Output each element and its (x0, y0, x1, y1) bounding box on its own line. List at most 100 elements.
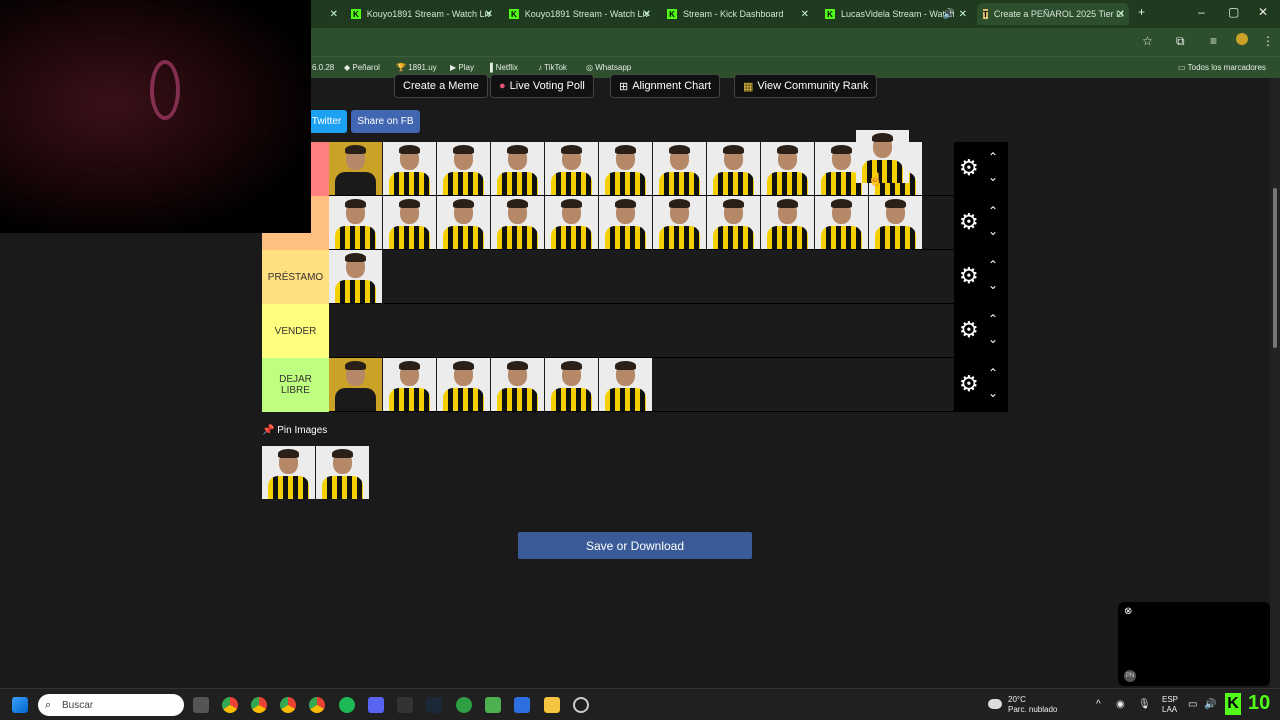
create-meme-button[interactable]: Create a Meme (394, 74, 488, 98)
chrome-icon[interactable] (222, 697, 238, 713)
player-card[interactable] (329, 142, 382, 195)
avatar[interactable] (1236, 33, 1248, 45)
bookmark-tiktok[interactable]: ♪ TikTok (538, 63, 567, 72)
minimize-icon[interactable]: – (1198, 5, 1205, 19)
chrome-profile-icon[interactable] (280, 697, 296, 713)
chevron-up-icon[interactable]: ⌃ (988, 366, 998, 380)
steam-icon[interactable] (426, 697, 442, 713)
live-voting-button[interactable]: ● Live Voting Poll (490, 74, 594, 98)
tab-kouyo-2[interactable]: K Kouyo1891 Stream - Watch Liv ✕ (503, 3, 655, 25)
close-tab-icon[interactable]: ✕ (959, 9, 967, 20)
player-card[interactable] (262, 446, 315, 499)
speaker-icon[interactable]: 🔊 (943, 9, 955, 20)
player-card[interactable] (329, 196, 382, 249)
bookmark-penarol[interactable]: ◆ Peñarol (344, 63, 380, 72)
network-icon[interactable]: ▭ (1188, 700, 1197, 710)
player-card[interactable] (653, 142, 706, 195)
bookmark-play[interactable]: ▶ Play (450, 63, 474, 72)
player-card[interactable] (329, 250, 382, 303)
volume-icon[interactable]: 🔊 (1204, 700, 1216, 710)
extensions-icon[interactable]: ⧉ (1176, 34, 1185, 49)
obs-icon[interactable] (397, 697, 413, 713)
gear-icon[interactable]: ⚙ (959, 319, 979, 341)
restore-icon[interactable]: ▢ (1228, 5, 1239, 19)
discord-icon[interactable] (368, 697, 384, 713)
chevron-up-icon[interactable]: ⌃ (988, 312, 998, 326)
player-card[interactable] (491, 358, 544, 411)
settings-app-icon[interactable] (573, 697, 589, 713)
player-card[interactable] (437, 358, 490, 411)
close-tab-icon[interactable]: ✕ (801, 9, 809, 20)
close-tab-icon[interactable]: ✕ (643, 9, 651, 20)
bookmark-netflix[interactable]: ▌Netflix (490, 63, 518, 72)
chrome-profile-icon[interactable] (309, 697, 325, 713)
chevron-down-icon[interactable]: ⌄ (988, 332, 998, 346)
star-icon[interactable]: ☆ (1142, 34, 1153, 48)
gear-icon[interactable]: ⚙ (959, 265, 979, 287)
save-download-button[interactable]: Save or Download (518, 532, 752, 559)
player-card[interactable] (437, 196, 490, 249)
language-indicator[interactable]: ESP (1162, 695, 1178, 705)
player-card[interactable] (761, 142, 814, 195)
player-card[interactable] (599, 142, 652, 195)
tier-label[interactable]: DEJAR LIBRE (262, 358, 329, 412)
close-tab-icon[interactable]: ✕ (330, 9, 338, 20)
player-card[interactable] (545, 358, 598, 411)
player-card[interactable] (383, 358, 436, 411)
player-card[interactable] (383, 196, 436, 249)
player-card[interactable] (599, 196, 652, 249)
gear-icon[interactable]: ⚙ (959, 157, 979, 179)
player-card[interactable] (545, 142, 598, 195)
scrollbar-thumb[interactable] (1273, 188, 1277, 348)
alignment-chart-button[interactable]: ⊞ Alignment Chart (610, 74, 721, 98)
share-fb-button[interactable]: Share on FB (351, 110, 420, 133)
player-card[interactable] (545, 196, 598, 249)
player-card[interactable] (815, 196, 868, 249)
chrome-profile-icon[interactable] (251, 697, 267, 713)
player-card[interactable] (707, 196, 760, 249)
microphone-icon[interactable]: 🎙 (1138, 700, 1151, 710)
chevron-up-icon[interactable]: ⌃ (988, 204, 998, 218)
chevron-down-icon[interactable]: ⌄ (988, 170, 998, 184)
task-view-icon[interactable] (193, 697, 209, 713)
player-card[interactable] (491, 142, 544, 195)
media-icon[interactable]: ≡ (1210, 34, 1217, 48)
tray-chevron-icon[interactable]: ^ (1096, 700, 1101, 710)
player-card[interactable] (761, 196, 814, 249)
player-card[interactable] (869, 196, 922, 249)
nvidia-icon[interactable] (485, 697, 501, 713)
bookmark-whatsapp[interactable]: ◎ Whatsapp (586, 63, 631, 72)
tab-kouyo-1[interactable]: K Kouyo1891 Stream - Watch Liv ✕ (345, 3, 497, 25)
xbox-icon[interactable] (456, 697, 472, 713)
gear-icon[interactable]: ⚙ (959, 373, 979, 395)
close-window-icon[interactable]: ✕ (1258, 5, 1268, 19)
tab-tierlist[interactable]: T Create a PEÑAROL 2025 Tier Li ✕ (977, 3, 1129, 25)
player-card[interactable] (316, 446, 369, 499)
player-card[interactable] (599, 358, 652, 411)
app-icon[interactable] (514, 697, 530, 713)
language-layout[interactable]: LAA (1162, 705, 1177, 715)
close-tab-icon[interactable]: ✕ (485, 9, 493, 20)
tab-partial[interactable]: ✕ (312, 3, 342, 25)
bookmark-version[interactable]: 6.0.28 (312, 63, 334, 72)
chevron-up-icon[interactable]: ⌃ (988, 150, 998, 164)
gear-icon[interactable]: ⚙ (959, 211, 979, 233)
tab-kick-dashboard[interactable]: K Stream - Kick Dashboard ✕ (661, 3, 813, 25)
tab-lucasvidela[interactable]: K LucasVidela Stream - Watch 🔊 ✕ (819, 3, 971, 25)
bookmark-1891[interactable]: 🏆 1891.uy (396, 63, 437, 72)
community-rank-button[interactable]: ▦ View Community Rank (734, 74, 878, 98)
spotify-icon[interactable] (339, 697, 355, 713)
player-card[interactable] (653, 196, 706, 249)
player-card[interactable] (437, 142, 490, 195)
tray-app-icon[interactable]: ◉ (1116, 700, 1125, 710)
chevron-down-icon[interactable]: ⌄ (988, 278, 998, 292)
all-bookmarks[interactable]: ▭ Todos los marcadores (1178, 63, 1266, 72)
player-card[interactable] (707, 142, 760, 195)
menu-icon[interactable]: ⋮ (1262, 34, 1274, 48)
tier-label[interactable]: PRÉSTAMO (262, 250, 329, 304)
windows-start-icon[interactable] (12, 697, 28, 713)
overlay-close-icon[interactable]: ⊗ (1124, 606, 1132, 617)
chevron-down-icon[interactable]: ⌄ (988, 386, 998, 400)
tier-label[interactable]: VENDER (262, 304, 329, 358)
share-twitter-button[interactable]: Twitter (306, 110, 347, 133)
